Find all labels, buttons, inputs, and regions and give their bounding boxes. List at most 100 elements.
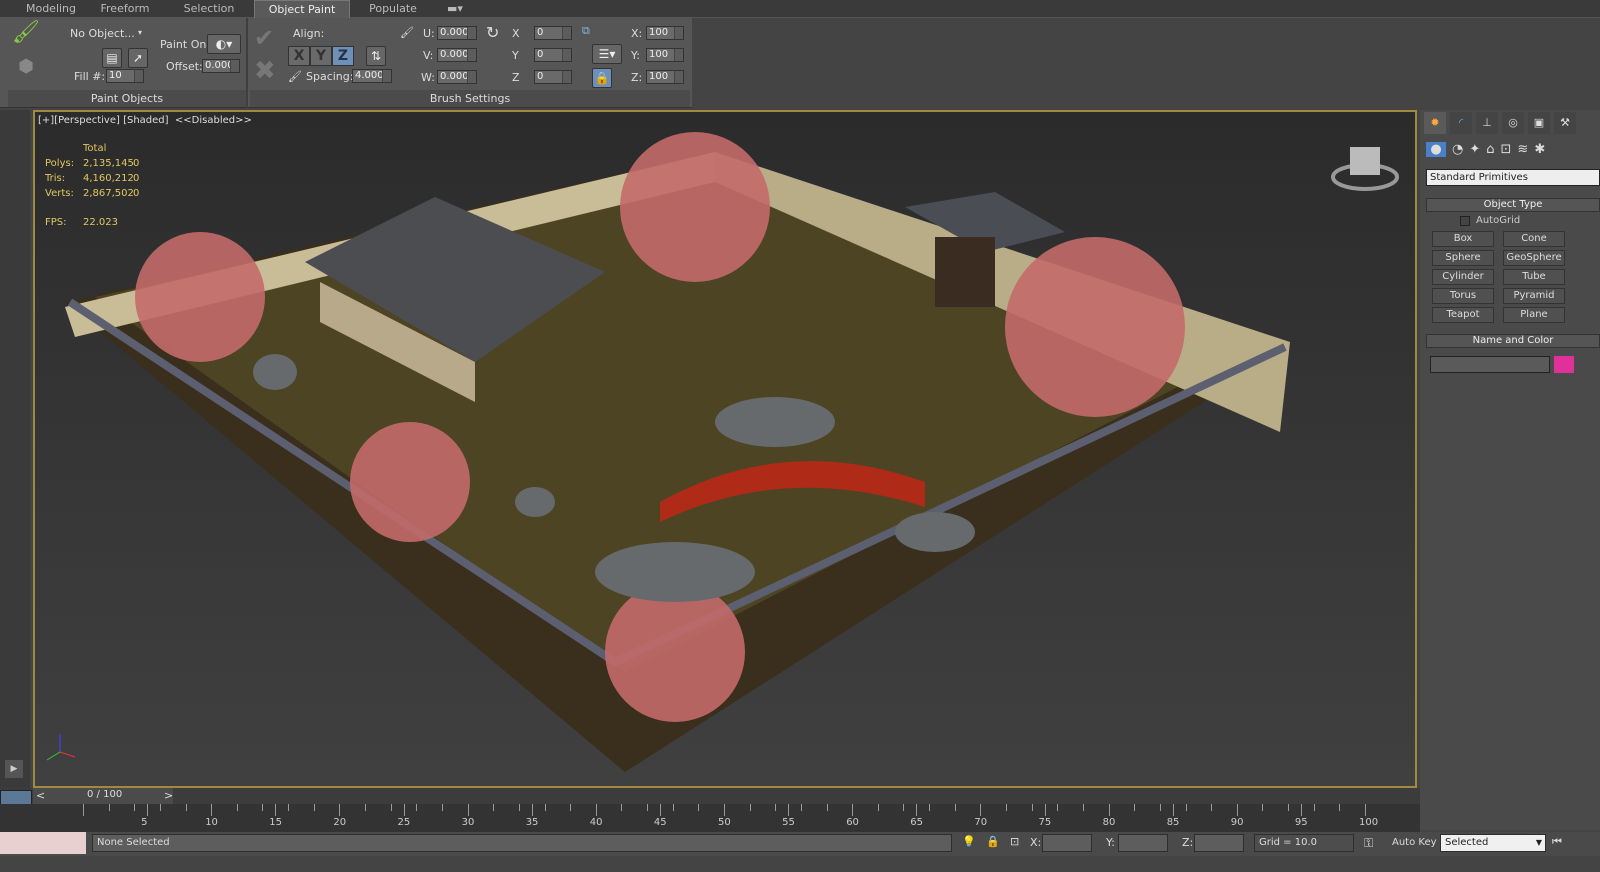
sphere-button[interactable]: Sphere [1432, 250, 1494, 266]
ribbon-options-icon[interactable]: ▬▾ [440, 0, 470, 18]
spacing-spinner[interactable]: 4.000 [352, 69, 392, 83]
box-button[interactable]: Box [1432, 231, 1494, 247]
paint-objects-icon[interactable]: ⬢ [12, 58, 40, 84]
status-bar: None Selected 💡 🔒 ⊡ X: Y: Z: Grid = 10.0… [0, 832, 1600, 856]
category-dropdown[interactable]: Standard Primitives [1426, 169, 1600, 186]
tab-selection[interactable]: Selection [176, 0, 242, 18]
isolate-icon[interactable]: 💡 [962, 835, 976, 848]
tab-modeling[interactable]: Modeling [18, 0, 84, 18]
play-icon[interactable]: ▶ [5, 760, 23, 778]
timeline-tick-label: 100 [1359, 817, 1379, 828]
command-panel: ✹ ◜ ⊥ ◎ ▣ ⚒ ● ◔ ✦ ⌂ ⊡ ≋ ✱ Standard Primitiv… [1420, 110, 1600, 830]
object-type-rollout[interactable]: Object Type [1426, 198, 1600, 212]
scale-x-spinner[interactable]: 100 [646, 26, 684, 40]
autogrid-checkbox[interactable] [1460, 216, 1470, 226]
lock-scale-icon[interactable]: 🔒 [592, 68, 612, 88]
geometry-icon[interactable]: ● [1426, 142, 1446, 157]
key-filter-dropdown[interactable]: Selected ▼ [1440, 834, 1546, 852]
align-z-button[interactable]: Z [332, 46, 354, 66]
timeline-tick [390, 804, 392, 811]
spacing-brush-icon: 🖌 [288, 70, 302, 83]
object-name-field[interactable] [1430, 356, 1550, 373]
utilities-tab-icon[interactable]: ⚒ [1554, 112, 1576, 134]
plane-button[interactable]: Plane [1503, 307, 1565, 323]
rotate-x-spinner[interactable]: 0 [534, 26, 572, 40]
next-frame-button[interactable]: > [164, 789, 173, 802]
time-slider[interactable]: < 0 / 100 > [33, 788, 173, 804]
tab-object-paint[interactable]: Object Paint [254, 0, 350, 18]
prev-frame-button[interactable]: < [36, 789, 45, 802]
brush-settings-group-label[interactable]: Brush Settings [250, 90, 690, 107]
perspective-viewport[interactable]: [+][Perspective] [Shaded] <<Disabled>> T… [33, 110, 1417, 788]
geosphere-button[interactable]: GeoSphere [1503, 250, 1565, 266]
timeline-tick [211, 804, 213, 816]
auto-key-button[interactable]: Auto Key [1392, 837, 1437, 848]
align-options-icon[interactable]: ⇅ [366, 46, 386, 66]
accept-check-icon[interactable]: ✔ [254, 24, 274, 52]
timeline-ruler[interactable]: 5 10 15 20 25 30 35 40 45 50 55 60 65 70 75 80 85 90 95 100 [0, 804, 1420, 832]
absolute-mode-icon[interactable]: ⊡ [1010, 835, 1019, 848]
cone-button[interactable]: Cone [1503, 231, 1565, 247]
shapes-icon[interactable]: ◔ [1452, 142, 1463, 157]
spacing-label: Spacing: [306, 70, 354, 83]
scale-z-spinner[interactable]: 100 [646, 70, 684, 84]
spacewarps-icon[interactable]: ≋ [1517, 142, 1528, 157]
rotate-icon: ↻ [486, 23, 500, 42]
pick-object-icon[interactable]: ➚ [128, 48, 148, 68]
name-and-color-rollout[interactable]: Name and Color [1426, 334, 1600, 348]
fill-spinner[interactable]: 10 [106, 69, 144, 83]
rotate-z-spinner[interactable]: 0 [534, 70, 572, 84]
timeline-tick-label: 10 [205, 817, 218, 828]
helpers-icon[interactable]: ⊡ [1501, 142, 1512, 157]
tab-freeform[interactable]: Freeform [94, 0, 156, 18]
x-coordinate-field[interactable] [1042, 834, 1092, 852]
align-dropdown[interactable]: Align: [293, 27, 324, 40]
align-y-button[interactable]: Y [310, 46, 332, 66]
teapot-button[interactable]: Teapot [1432, 307, 1494, 323]
paint-objects-group-label[interactable]: Paint Objects [8, 90, 246, 107]
paint-object-dropdown[interactable]: No Object... [70, 27, 135, 40]
hierarchy-tab-icon[interactable]: ⊥ [1476, 112, 1498, 134]
pick-list-icon[interactable]: ▤ [102, 48, 122, 68]
rotate-y-spinner[interactable]: 0 [534, 48, 572, 62]
object-color-swatch[interactable] [1554, 356, 1574, 373]
pyramid-button[interactable]: Pyramid [1503, 288, 1565, 304]
tab-populate[interactable]: Populate [360, 0, 426, 18]
go-to-start-icon[interactable]: ⏮ [1552, 835, 1562, 849]
systems-icon[interactable]: ✱ [1534, 142, 1545, 157]
timeline-tick [1044, 804, 1046, 816]
align-x-button[interactable]: X [288, 46, 310, 66]
cancel-x-icon[interactable]: ✖ [254, 56, 276, 86]
timeline-tick [826, 804, 828, 811]
timeline-tick [1262, 804, 1264, 811]
tube-button[interactable]: Tube [1503, 269, 1565, 285]
lock-selection-icon[interactable]: 🔒 [986, 835, 1000, 848]
z-coordinate-field[interactable] [1194, 834, 1244, 852]
paint-brush-icon[interactable]: 🖌 [10, 22, 42, 52]
scale-mode-dropdown[interactable]: ☰▾ [592, 44, 622, 64]
display-tab-icon[interactable]: ▣ [1528, 112, 1550, 134]
scale-y-spinner[interactable]: 100 [646, 48, 684, 62]
timeline-tick [275, 804, 277, 816]
maxscript-listener[interactable] [0, 832, 86, 854]
set-key-icon[interactable]: ⚿ [1364, 836, 1373, 851]
timeline-tick [83, 804, 84, 816]
motion-tab-icon[interactable]: ◎ [1502, 112, 1524, 134]
timeline-tick [1006, 804, 1008, 811]
u-spinner[interactable]: 0.000 [437, 26, 477, 40]
timeline-tick [1236, 804, 1238, 816]
offset-spinner[interactable]: 0.000 [202, 59, 240, 73]
v-spinner[interactable]: 0.000 [437, 48, 477, 62]
lights-icon[interactable]: ✦ [1469, 142, 1480, 157]
modify-tab-icon[interactable]: ◜ [1450, 112, 1472, 134]
w-spinner[interactable]: 0.000 [437, 70, 477, 84]
cameras-icon[interactable]: ⌂ [1486, 142, 1494, 157]
paint-on-dropdown[interactable]: ◐▾ [207, 34, 241, 54]
viewcube[interactable] [1331, 147, 1399, 191]
timeline-tick [1185, 804, 1187, 811]
create-tab-icon[interactable]: ✹ [1424, 112, 1446, 134]
axis-tripod-icon [46, 734, 76, 761]
torus-button[interactable]: Torus [1432, 288, 1494, 304]
y-coordinate-field[interactable] [1118, 834, 1168, 852]
cylinder-button[interactable]: Cylinder [1432, 269, 1494, 285]
